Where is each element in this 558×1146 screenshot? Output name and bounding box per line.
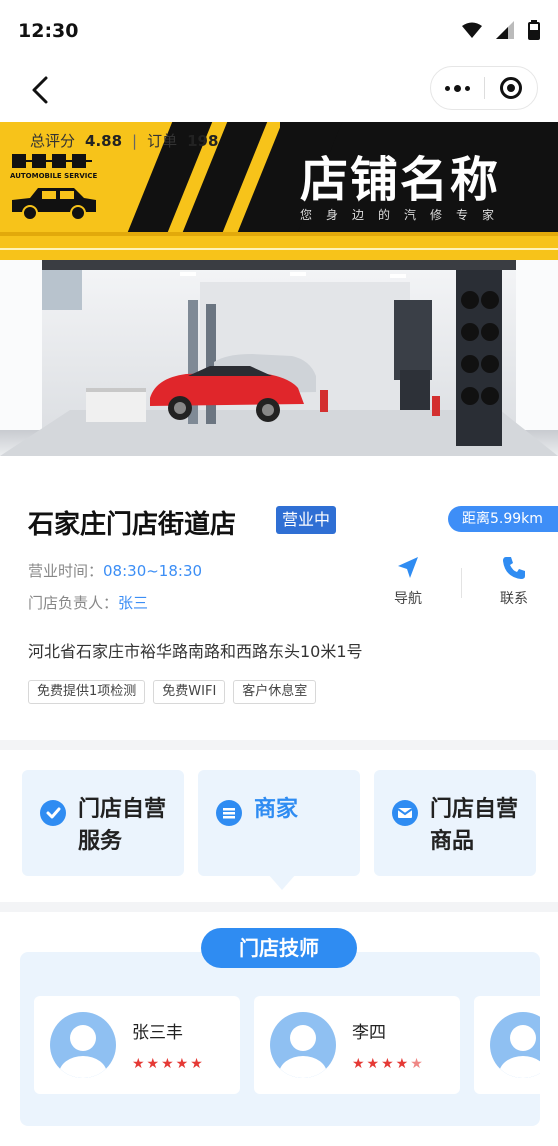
category-label: 门店自营商品 (430, 797, 519, 854)
status-badge: 营业中 (276, 506, 337, 534)
manager-value[interactable]: 张三 (118, 594, 148, 612)
rating-stars: ★★★★★ (132, 1056, 205, 1072)
technicians-title: 门店技师 (201, 928, 357, 968)
garage-photo (0, 260, 558, 456)
phone-icon (503, 557, 525, 579)
car-silhouette-icon (12, 188, 96, 221)
battery-icon (528, 20, 540, 40)
orders-label: 订单 (147, 132, 178, 150)
more-dots-icon[interactable] (431, 66, 484, 110)
store-name: 石家庄门店街道店 (28, 510, 237, 540)
orders-value: 198 (187, 131, 219, 150)
service-tag: 免费WIFI (153, 680, 226, 704)
service-tag: 客户休息室 (233, 680, 317, 704)
score-value: 4.88 (85, 131, 123, 150)
status-icons (462, 20, 540, 40)
cellular-icon (496, 21, 514, 39)
store-detail-page: 12:30 总评分 4.88 | 订单 198 AUTOMOBILE SERVI… (0, 0, 558, 1146)
shop-banner: 总评分 4.88 | 订单 198 AUTOMOBILE SERVICE 店铺名… (0, 122, 558, 260)
business-hours: 营业时间：08:30~18:30 (28, 560, 202, 581)
avatar (490, 1012, 540, 1078)
category-card-merchant[interactable]: 商家 (198, 770, 360, 876)
wifi-icon (462, 22, 482, 38)
active-card-pointer (268, 874, 296, 890)
store-manager: 门店负责人：张三 (28, 592, 148, 613)
navigation-arrow-icon (398, 557, 418, 578)
close-target-icon[interactable] (484, 66, 537, 110)
status-time: 12:30 (18, 20, 79, 42)
avatar (270, 1012, 336, 1078)
section-divider (0, 740, 558, 750)
automobile-logo-icon (12, 154, 92, 168)
technician-name: 李四 (352, 1023, 386, 1043)
mail-icon (392, 800, 418, 826)
shop-name-heading: 店铺名称 (300, 152, 501, 208)
category-card-self-products[interactable]: 门店自营商品 (374, 770, 536, 876)
store-info-section: 石家庄门店街道店 营业中 距离5.99km 营业时间：08:30~18:30 门… (0, 456, 558, 740)
score-separator: | (132, 131, 138, 150)
shop-slogan: 您身边的汽修专家 (300, 208, 509, 222)
technician-name: 张三丰 (132, 1023, 183, 1043)
section-divider (0, 902, 558, 912)
back-chevron-icon[interactable] (24, 72, 60, 108)
banner-band (0, 232, 558, 260)
check-badge-icon (40, 800, 66, 826)
rating-stars: ★★★★★ (352, 1056, 425, 1072)
category-cards: 门店自营服务 商家 门店自营商品 (0, 768, 558, 908)
store-address: 河北省石家庄市裕华路南路和西路东头10米1号 (28, 642, 363, 661)
category-label: 门店自营服务 (78, 797, 167, 854)
category-card-self-service[interactable]: 门店自营服务 (22, 770, 184, 876)
navigate-label: 导航 (394, 591, 422, 607)
navigate-button[interactable]: 导航 (378, 554, 438, 608)
mini-program-capsule (430, 66, 538, 110)
action-divider (461, 568, 462, 598)
technicians-section: 张三丰 ★★★★★ 李四 ★★★★★ (20, 952, 540, 1126)
category-label: 商家 (254, 797, 299, 822)
hours-label: 营业时间： (28, 562, 104, 580)
list-icon (216, 800, 242, 826)
avatar (50, 1012, 116, 1078)
hours-value: 08:30~18:30 (103, 562, 203, 580)
technician-card[interactable]: 李四 ★★★★★ (254, 996, 460, 1094)
technician-card[interactable]: 张三丰 ★★★★★ (34, 996, 240, 1094)
technician-card[interactable] (474, 996, 540, 1094)
service-tags: 免费提供1项检测 免费WIFI 客户休息室 (28, 680, 317, 704)
logo-subtitle: AUTOMOBILE SERVICE (10, 172, 98, 180)
contact-label: 联系 (500, 591, 528, 607)
contact-button[interactable]: 联系 (484, 554, 544, 608)
nav-bar (0, 60, 558, 120)
manager-label: 门店负责人： (28, 594, 119, 612)
status-bar: 12:30 (0, 0, 558, 60)
distance-badge: 距离5.99km (448, 506, 558, 532)
service-tag: 免费提供1项检测 (28, 680, 146, 704)
